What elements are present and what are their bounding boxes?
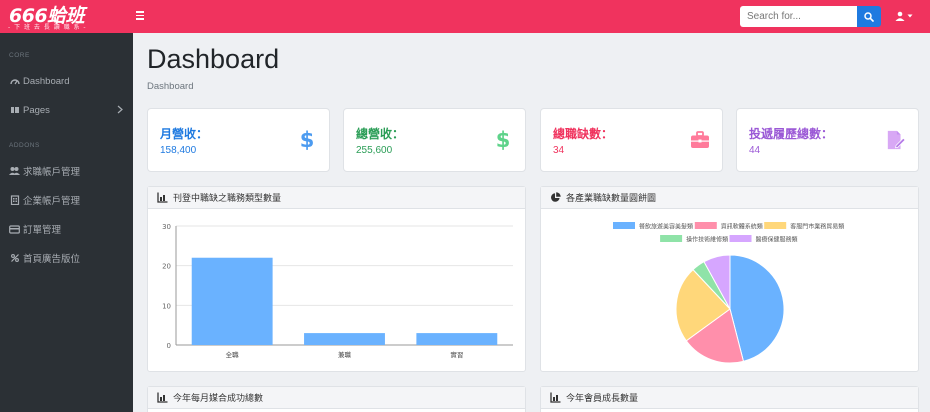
file-edit-icon xyxy=(886,129,906,151)
ad-icon xyxy=(9,253,20,264)
panel-header: 刊登中職缺之職務類型數量 xyxy=(148,187,525,209)
stat-label: 投遞履歷總數： xyxy=(749,127,834,141)
x-tick-label: 全職 xyxy=(226,350,240,359)
pie-chart: 餐飲旅遊美容美髮類 資訊軟體系統類 客服門市業務貿易類操作技術維修類 醫療保健服務類 xyxy=(613,222,844,364)
stat-label: 總營收： xyxy=(356,127,405,141)
monthly-match-panel: 今年每月媒合成功總數 xyxy=(147,386,526,412)
sidebar-item-dashboard[interactable]: Dashboard xyxy=(0,71,133,91)
x-tick-label: 實習 xyxy=(450,350,463,359)
y-tick-label: 10 xyxy=(162,302,171,310)
legend-swatch xyxy=(764,222,787,229)
menu-toggle-icon[interactable] xyxy=(136,9,148,23)
sidebar-item-label: 訂單管理 xyxy=(23,225,62,236)
sidebar-item-label: 首頁廣告版位 xyxy=(23,254,81,265)
search-button[interactable] xyxy=(857,6,881,27)
stat-label: 總職缺數： xyxy=(553,127,614,141)
bar-實習 xyxy=(416,333,498,345)
pie-chart-panel: 各產業職缺數量圓餅圖 餐飲旅遊美容美髮類 資訊軟體系統類 客服門市業務貿易類操作技術… xyxy=(540,186,919,372)
legend-label: 資訊軟體系統類 xyxy=(721,223,763,231)
sidebar-heading-addons: ADDONS xyxy=(9,142,40,149)
search-form xyxy=(740,6,881,27)
stat-value: 34 xyxy=(553,145,565,156)
panel-title: 今年每月媒合成功總數 xyxy=(173,394,264,404)
users-icon xyxy=(9,166,20,177)
caret-down-icon xyxy=(907,14,913,18)
dashboard-icon xyxy=(9,76,20,87)
panel-title: 刊登中職缺之職務類型數量 xyxy=(173,194,282,204)
bar-兼職 xyxy=(304,333,385,345)
sidebar-item-label: 求職帳戶管理 xyxy=(23,167,81,178)
legend-swatch xyxy=(694,222,717,229)
legend-swatch xyxy=(729,235,752,242)
stat-value: 158,400 xyxy=(160,145,197,156)
building-icon xyxy=(9,195,20,206)
sidebar-item-home-ads[interactable]: 首頁廣告版位 xyxy=(0,248,133,268)
page-title: Dashboard xyxy=(147,44,280,74)
legend-swatch xyxy=(613,222,635,229)
bar-chart: 0 10 20 30 全職 兼職 實習 xyxy=(162,223,513,359)
briefcase-icon xyxy=(690,129,710,151)
stat-card-total-jobs: 總職缺數： 34 xyxy=(540,108,723,172)
dollar-icon: $ xyxy=(493,129,513,151)
chevron-right-icon xyxy=(117,105,123,117)
panel-title: 各產業職缺數量圓餅圖 xyxy=(566,194,657,204)
panel-header: 今年每月媒合成功總數 xyxy=(148,387,525,409)
bar-chart-panel: 刊登中職缺之職務類型數量 0 10 20 30 全職 兼職 實習 xyxy=(147,186,526,372)
y-tick-label: 30 xyxy=(162,223,171,231)
svg-text:$: $ xyxy=(496,129,510,151)
stat-card-monthly-revenue: 月營收： 158,400 $ xyxy=(147,108,330,172)
search-icon xyxy=(864,11,874,22)
top-navbar: 666蛤班 - 下 班 去 長 讀 職 系 - xyxy=(0,0,930,33)
panel-header: 各產業職缺數量圓餅圖 xyxy=(541,187,918,209)
member-growth-panel: 今年會員成長數量 xyxy=(540,386,919,412)
sidebar-item-job-seekers[interactable]: 求職帳戶管理 xyxy=(0,161,133,181)
stat-card-total-revenue: 總營收： 255,600 $ xyxy=(343,108,526,172)
legend-swatch xyxy=(660,235,683,242)
pages-icon xyxy=(9,105,20,116)
bar-chart-icon xyxy=(157,392,168,403)
card-icon xyxy=(9,224,20,235)
sidebar-item-companies[interactable]: 企業帳戶管理 xyxy=(0,190,133,210)
sidebar-item-label: 企業帳戶管理 xyxy=(23,196,81,207)
bar-chart-icon xyxy=(550,392,561,403)
stat-value: 44 xyxy=(749,145,761,156)
sidebar-item-label: Dashboard xyxy=(23,75,70,87)
dollar-icon: $ xyxy=(297,129,317,151)
legend-label: 餐飲旅遊美容美髮類 xyxy=(639,223,693,231)
bar-全職 xyxy=(191,257,273,345)
stat-value: 255,600 xyxy=(356,145,393,156)
sidebar-heading-core: CORE xyxy=(9,52,30,59)
sidebar: CORE Dashboard Pages ADDONS 求職帳戶管理 企業帳戶管… xyxy=(0,33,133,412)
legend-label: 醫療保健服務類 xyxy=(756,236,798,244)
brand-logo[interactable]: 666蛤班 - 下 班 去 長 讀 職 系 - xyxy=(0,0,133,33)
stat-card-total-resumes: 投遞履歷總數： 44 xyxy=(736,108,919,172)
legend-label: 客服門市業務貿易類 xyxy=(790,223,844,231)
panel-header: 今年會員成長數量 xyxy=(541,387,918,409)
pie-chart-icon xyxy=(550,192,561,203)
y-tick-label: 0 xyxy=(167,342,171,350)
bar-chart-icon xyxy=(157,192,168,203)
y-tick-label: 20 xyxy=(162,263,171,271)
brand-tagline: - 下 班 去 長 讀 職 系 - xyxy=(8,24,87,31)
sidebar-item-orders[interactable]: 訂單管理 xyxy=(0,219,133,239)
breadcrumb: Dashboard xyxy=(147,81,194,92)
sidebar-item-pages[interactable]: Pages xyxy=(0,100,133,120)
user-menu-button[interactable] xyxy=(895,9,917,23)
search-input[interactable] xyxy=(740,6,857,27)
sidebar-item-label: Pages xyxy=(23,104,50,116)
svg-text:$: $ xyxy=(300,129,314,151)
x-tick-label: 兼職 xyxy=(338,350,352,359)
user-icon xyxy=(895,11,905,21)
stat-label: 月營收： xyxy=(160,127,209,141)
panel-title: 今年會員成長數量 xyxy=(566,394,639,404)
legend-label: 操作技術維修類 xyxy=(686,236,728,244)
